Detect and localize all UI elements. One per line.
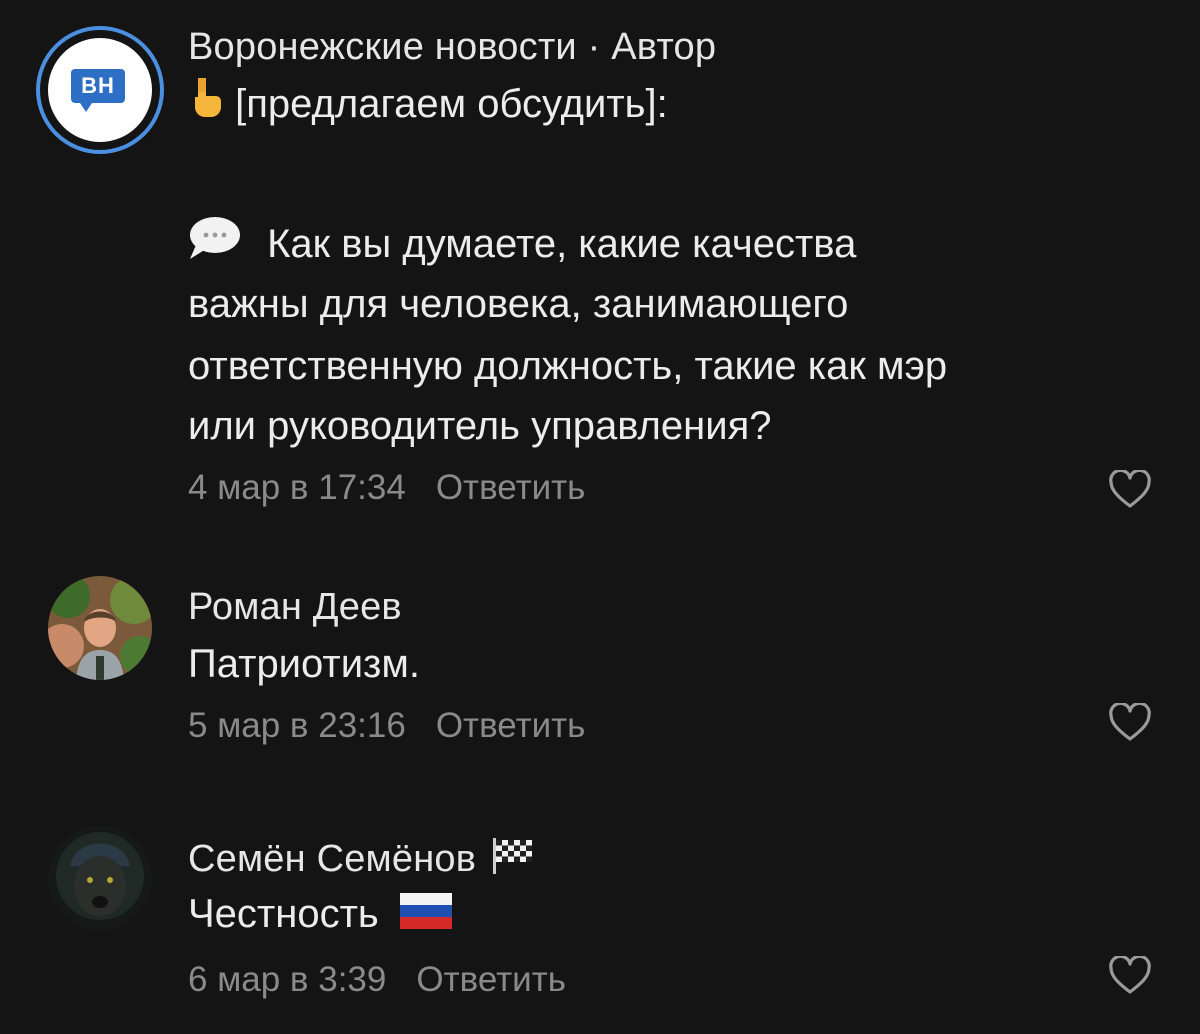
heart-icon[interactable]: [1108, 470, 1152, 510]
pointing-down-hand-icon: [188, 76, 224, 137]
reply-button[interactable]: Ответить: [416, 960, 566, 999]
avatar[interactable]: [48, 826, 152, 930]
logo-tail-shape: [78, 100, 94, 112]
comment-line: Как вы думаете, какие качества: [188, 214, 856, 278]
comment-text-row: Честность: [188, 884, 452, 946]
comment-item: Семён Семёнов Честность 6 мар в 3:39 Отв…: [0, 810, 1200, 1034]
speech-bubble-icon: [188, 215, 242, 278]
author-name[interactable]: Роман Деев: [188, 586, 402, 629]
comment-line-text: важны для человека, занимающего: [188, 282, 849, 326]
comment-line: [предлагаем обсудить]:: [188, 74, 668, 137]
comment-date: 6 мар в 3:39: [188, 960, 387, 999]
comments-thread: ВН Воронежские новости · Автор [предлага…: [0, 0, 1200, 1034]
reply-button[interactable]: Ответить: [436, 468, 586, 507]
community-avatar[interactable]: ВН: [36, 26, 164, 154]
comment-line-text: или руководитель управления?: [188, 404, 772, 448]
comment-date: 5 мар в 23:16: [188, 706, 406, 745]
heart-icon[interactable]: [1108, 956, 1152, 996]
comment-meta: 6 мар в 3:39 Ответить: [188, 960, 566, 1000]
russia-flag-icon: [399, 886, 452, 946]
author-name: Семён Семёнов: [188, 838, 477, 881]
comment-item: Роман Деев Патриотизм. 5 мар в 23:16 Отве…: [0, 560, 1200, 780]
avatar[interactable]: [48, 576, 152, 680]
reply-button[interactable]: Ответить: [436, 706, 586, 745]
comment-text: Честность: [188, 892, 379, 936]
heart-icon[interactable]: [1108, 703, 1152, 743]
comment-text: Патриотизм.: [188, 642, 421, 686]
comment-meta: 4 мар в 17:34 Ответить: [188, 468, 585, 508]
author-name-row[interactable]: Семён Семёнов: [188, 836, 535, 886]
comment-meta: 5 мар в 23:16 Ответить: [188, 706, 585, 746]
comment-line-text: [предлагаем обсудить]:: [235, 82, 668, 126]
comment-item: ВН Воронежские новости · Автор [предлага…: [0, 0, 1200, 530]
author-name[interactable]: Воронежские новости · Автор: [188, 26, 716, 69]
comment-line-text: ответственную должность, такие как мэр: [188, 344, 948, 388]
avatar-logo-text: ВН: [71, 69, 125, 103]
checkered-flag-icon: [491, 836, 535, 886]
comment-date: 4 мар в 17:34: [188, 468, 406, 507]
comment-line-text: Как вы думаете, какие качества: [267, 222, 857, 266]
